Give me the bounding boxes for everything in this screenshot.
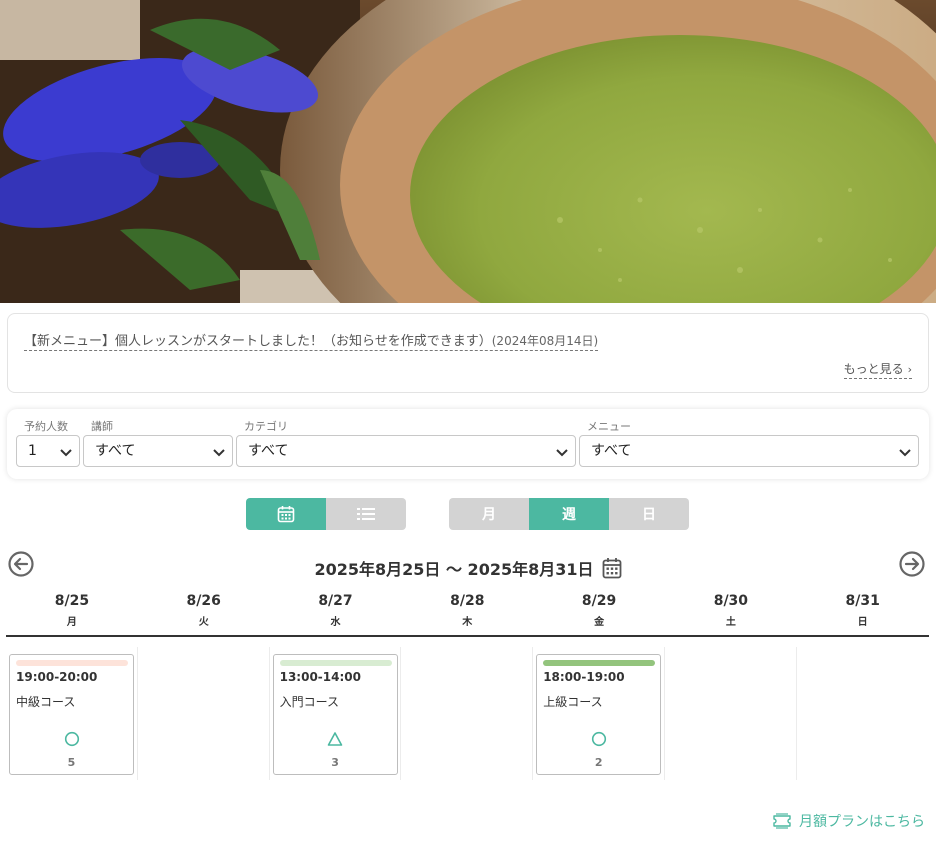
lesson-card[interactable]: 18:00-19:00 上級コース 2 bbox=[536, 654, 662, 775]
day-weekday: 水 bbox=[330, 617, 341, 628]
chevron-down-icon bbox=[213, 449, 225, 457]
list-icon bbox=[357, 508, 375, 520]
teacher-value: すべて bbox=[95, 443, 136, 459]
lesson-color-bar bbox=[279, 660, 392, 666]
day-column-wed: 13:00-14:00 入門コース 3 bbox=[270, 647, 402, 780]
day-weekday: 土 bbox=[725, 617, 736, 628]
week-grid: 19:00-20:00 中級コース 5 13:00-14:00 入門コース 3 … bbox=[6, 647, 929, 780]
notice-date: (2024年08月14日) bbox=[491, 334, 599, 348]
day-column-fri: 18:00-19:00 上級コース 2 bbox=[533, 647, 665, 780]
day-date: 8/28 bbox=[450, 593, 485, 609]
date-range-text: 2025年8月25日 〜 2025年8月31日 bbox=[314, 560, 594, 579]
month-button[interactable]: 月 bbox=[449, 498, 529, 530]
notice-link[interactable]: 【新メニュー】個人レッスンがスタートしました！（お知らせを作成できます）(202… bbox=[24, 330, 599, 351]
lesson-card[interactable]: 19:00-20:00 中級コース 5 bbox=[9, 654, 134, 775]
day-date: 8/27 bbox=[318, 593, 353, 609]
list-view-button[interactable] bbox=[326, 498, 406, 530]
notice-text: 【新メニュー】個人レッスンがスタートしました！（お知らせを作成できます） bbox=[24, 334, 492, 349]
monthly-plan-link[interactable]: 月額プランはこちら bbox=[771, 810, 925, 832]
available-circle-icon bbox=[591, 731, 606, 747]
calendar-icon bbox=[277, 506, 295, 523]
more-label: もっと見る bbox=[843, 362, 904, 376]
calendar-picker-icon[interactable] bbox=[602, 557, 622, 579]
lesson-remaining-count: 5 bbox=[67, 756, 76, 769]
people-label: 予約人数 bbox=[24, 420, 68, 433]
calendar-view-button[interactable] bbox=[246, 498, 326, 530]
monthly-plan-label: 月額プランはこちら bbox=[799, 814, 925, 830]
category-select[interactable]: すべて bbox=[236, 435, 576, 467]
day-header-row: 8/25 月 8/26 火 8/27 水 8/28 木 8/29 金 8/30 土 8/31… bbox=[6, 591, 929, 637]
day-header: 8/25 月 bbox=[6, 591, 138, 635]
day-column-thu bbox=[401, 647, 534, 780]
day-header: 8/27 水 bbox=[270, 591, 402, 635]
day-weekday: 金 bbox=[594, 617, 605, 628]
lesson-course: 中級コース bbox=[16, 695, 76, 709]
day-date: 8/25 bbox=[54, 593, 90, 609]
day-weekday: 木 bbox=[462, 617, 473, 628]
chevron-down-icon bbox=[556, 449, 568, 457]
lesson-time: 18:00-19:00 bbox=[543, 670, 625, 684]
day-button[interactable]: 日 bbox=[609, 498, 689, 530]
more-link[interactable]: もっと見る › bbox=[843, 360, 912, 379]
day-weekday: 火 bbox=[198, 617, 209, 628]
ticket-icon bbox=[773, 813, 791, 829]
day-header: 8/26 火 bbox=[138, 591, 270, 635]
chevron-down-icon bbox=[899, 449, 911, 457]
notice-panel: 【新メニュー】個人レッスンがスタートしました！（お知らせを作成できます）(202… bbox=[7, 313, 929, 393]
day-date: 8/31 bbox=[845, 593, 880, 609]
lesson-color-bar bbox=[543, 660, 656, 666]
day-weekday: 月 bbox=[66, 617, 77, 628]
menu-label: メニュー bbox=[587, 420, 631, 433]
lesson-color-bar bbox=[16, 660, 128, 666]
filter-menu: メニュー すべて bbox=[579, 419, 919, 467]
category-label: カテゴリ bbox=[244, 420, 288, 433]
people-select[interactable]: 1 bbox=[16, 435, 80, 467]
lesson-course: 入門コース bbox=[279, 695, 339, 709]
week-button[interactable]: 週 bbox=[529, 498, 609, 530]
menu-value: すべて bbox=[591, 443, 632, 459]
lesson-remaining-count: 3 bbox=[331, 756, 339, 769]
period-toggle: 月 週 日 bbox=[449, 498, 689, 530]
day-column-sat bbox=[665, 647, 797, 780]
lesson-time: 19:00-20:00 bbox=[16, 670, 98, 684]
filter-people: 予約人数 1 bbox=[16, 419, 80, 467]
day-column-sun bbox=[797, 647, 929, 780]
lesson-time: 13:00-14:00 bbox=[279, 670, 361, 684]
chevron-right-icon: › bbox=[907, 363, 912, 376]
day-column-tue bbox=[138, 647, 270, 780]
lesson-remaining-count: 2 bbox=[594, 756, 603, 769]
day-weekday: 日 bbox=[857, 617, 868, 628]
day-column-mon: 19:00-20:00 中級コース 5 bbox=[6, 647, 138, 780]
people-value: 1 bbox=[28, 443, 37, 459]
day-header: 8/28 木 bbox=[401, 591, 533, 635]
next-week-button[interactable] bbox=[899, 551, 925, 577]
menu-select[interactable]: すべて bbox=[579, 435, 919, 467]
lesson-card[interactable]: 13:00-14:00 入門コース 3 bbox=[272, 654, 398, 775]
hero-image bbox=[0, 0, 936, 303]
filter-category: カテゴリ すべて bbox=[236, 419, 576, 467]
day-header: 8/29 金 bbox=[533, 591, 665, 635]
day-header: 8/30 土 bbox=[665, 591, 797, 635]
view-toggle bbox=[246, 498, 406, 530]
filter-teacher: 講師 すべて bbox=[83, 419, 233, 467]
date-range-header: 2025年8月25日 〜 2025年8月31日 bbox=[0, 556, 936, 580]
few-left-triangle-icon bbox=[327, 732, 343, 746]
day-date: 8/26 bbox=[186, 593, 221, 609]
day-header: 8/31 日 bbox=[797, 591, 929, 635]
teacher-select[interactable]: すべて bbox=[83, 435, 233, 467]
category-value: すべて bbox=[248, 443, 289, 459]
day-date: 8/29 bbox=[581, 593, 617, 609]
filter-panel: 予約人数 1 講師 すべて カテゴリ すべて メニュー すべて bbox=[7, 409, 929, 479]
lesson-course: 上級コース bbox=[543, 695, 603, 709]
day-date: 8/30 bbox=[713, 593, 749, 609]
available-circle-icon bbox=[64, 731, 79, 747]
chevron-down-icon bbox=[60, 449, 72, 457]
teacher-label: 講師 bbox=[91, 420, 113, 433]
